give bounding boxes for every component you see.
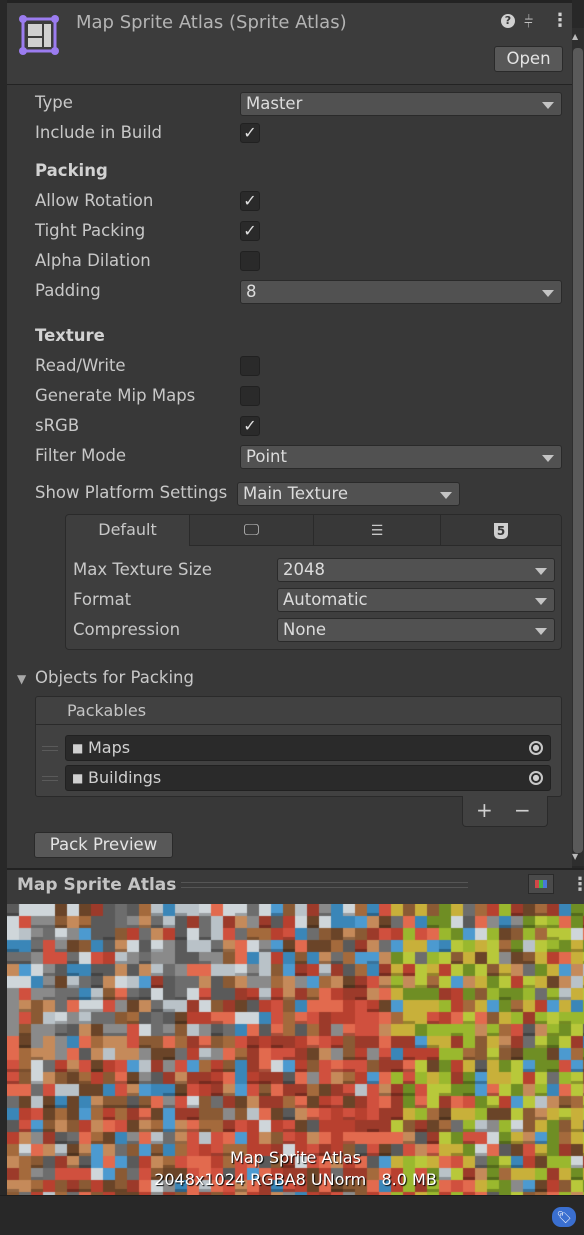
- chevron-down-icon: [535, 628, 547, 635]
- scroll-down-icon[interactable]: ▼: [572, 852, 578, 861]
- inspector-title: Map Sprite Atlas (Sprite Atlas): [76, 12, 347, 33]
- preview-name: Map Sprite Atlas: [230, 1148, 361, 1167]
- max-texture-size-dropdown[interactable]: 2048: [277, 558, 555, 582]
- monitor-icon: 🖵: [243, 520, 260, 539]
- packables-header: Packables: [36, 697, 561, 725]
- alpha-dilation-label: Alpha Dilation: [35, 251, 151, 270]
- filter-mode-dropdown[interactable]: Point: [240, 445, 562, 469]
- chevron-down-icon: [440, 492, 452, 499]
- max-texture-size-label: Max Texture Size: [73, 560, 212, 579]
- alpha-dilation-checkbox[interactable]: [240, 251, 260, 271]
- format-label: Format: [73, 590, 132, 609]
- objects-for-packing-foldout[interactable]: Objects for Packing: [35, 668, 194, 687]
- object-picker-icon[interactable]: ●: [529, 741, 543, 755]
- tight-packing-label: Tight Packing: [35, 221, 146, 240]
- padding-label: Padding: [35, 281, 101, 300]
- allow-rotation-label: Allow Rotation: [35, 191, 154, 210]
- compression-dropdown[interactable]: None: [277, 618, 555, 642]
- folder-icon: ■: [72, 771, 84, 785]
- compression-label: Compression: [73, 620, 181, 639]
- type-dropdown[interactable]: Master: [240, 92, 562, 116]
- include-in-build-label: Include in Build: [35, 123, 163, 142]
- packable-item-maps[interactable]: ■ Maps ●: [65, 735, 551, 761]
- scrollbar-thumb[interactable]: [573, 48, 583, 853]
- preview-info: 2048x1024 RGBA8 UNorm 8.0 MB: [154, 1170, 437, 1189]
- more-menu-icon[interactable]: ⋮: [551, 10, 569, 31]
- padding-value: 8: [246, 282, 257, 301]
- tag-icon[interactable]: 🏷: [552, 1207, 576, 1227]
- packable-name: Maps: [88, 738, 131, 757]
- read-write-checkbox[interactable]: [240, 356, 260, 376]
- drag-bar[interactable]: [181, 882, 468, 888]
- packable-name: Buildings: [88, 768, 162, 787]
- tight-packing-checkbox[interactable]: ✓: [240, 221, 260, 241]
- chevron-down-icon: [535, 568, 547, 575]
- allow-rotation-checkbox[interactable]: ✓: [240, 191, 260, 211]
- remove-item-button[interactable]: −: [514, 798, 531, 822]
- max-texture-size-value: 2048: [283, 560, 325, 579]
- presets-icon[interactable]: ⫩: [524, 12, 533, 32]
- sprite-atlas-icon: [19, 15, 59, 55]
- foldout-arrow-icon[interactable]: ▼: [17, 672, 26, 686]
- generate-mip-maps-label: Generate Mip Maps: [35, 386, 196, 405]
- chevron-down-icon: [535, 598, 547, 605]
- show-platform-settings-label: Show Platform Settings: [35, 483, 228, 502]
- drag-handle-icon[interactable]: [42, 746, 58, 751]
- html5-icon: 5: [494, 523, 508, 539]
- status-bar: [0, 1195, 584, 1235]
- folder-icon: ■: [72, 741, 84, 755]
- filter-mode-value: Point: [246, 447, 287, 466]
- type-label: Type: [35, 93, 73, 112]
- format-value: Automatic: [283, 590, 368, 609]
- scroll-up-icon[interactable]: ▲: [572, 32, 578, 41]
- chevron-down-icon: [542, 290, 554, 297]
- type-value: Master: [246, 94, 303, 113]
- pack-preview-button[interactable]: Pack Preview: [34, 832, 173, 858]
- read-write-label: Read/Write: [35, 356, 126, 375]
- texture-header: Texture: [35, 326, 105, 345]
- padding-dropdown[interactable]: 8: [240, 280, 562, 304]
- object-picker-icon[interactable]: ●: [529, 771, 543, 785]
- tab-webgl[interactable]: 5: [440, 515, 561, 546]
- format-dropdown[interactable]: Automatic: [277, 588, 555, 612]
- filter-mode-label: Filter Mode: [35, 446, 127, 465]
- tab-server[interactable]: ☰: [313, 515, 440, 546]
- include-in-build-checkbox[interactable]: ✓: [240, 123, 260, 143]
- list-footer: [462, 796, 548, 827]
- tab-default[interactable]: Default: [66, 515, 189, 546]
- generate-mip-maps-checkbox[interactable]: [240, 386, 260, 406]
- rgb-channel-button[interactable]: [528, 874, 554, 894]
- help-icon[interactable]: ?: [501, 14, 515, 28]
- packable-item-buildings[interactable]: ■ Buildings ●: [65, 765, 551, 791]
- rgb-channel-icon: [535, 880, 547, 888]
- chevron-down-icon: [542, 455, 554, 462]
- chevron-down-icon: [542, 102, 554, 109]
- srgb-checkbox[interactable]: ✓: [240, 416, 260, 436]
- tab-standalone[interactable]: 🖵: [189, 515, 313, 546]
- preview-more-icon[interactable]: ⋮: [571, 874, 584, 895]
- add-item-button[interactable]: +: [476, 798, 493, 822]
- compression-value: None: [283, 620, 327, 639]
- srgb-label: sRGB: [35, 416, 80, 435]
- open-button[interactable]: Open: [494, 46, 563, 72]
- show-platform-settings-dropdown[interactable]: Main Texture: [237, 482, 460, 506]
- server-icon: ☰: [370, 523, 384, 539]
- packing-header: Packing: [35, 161, 108, 180]
- preview-title: Map Sprite Atlas: [17, 875, 177, 895]
- show-platform-settings-value: Main Texture: [243, 484, 349, 503]
- scrollbar[interactable]: ▲ ▼: [572, 28, 584, 866]
- drag-handle-icon[interactable]: [42, 776, 58, 781]
